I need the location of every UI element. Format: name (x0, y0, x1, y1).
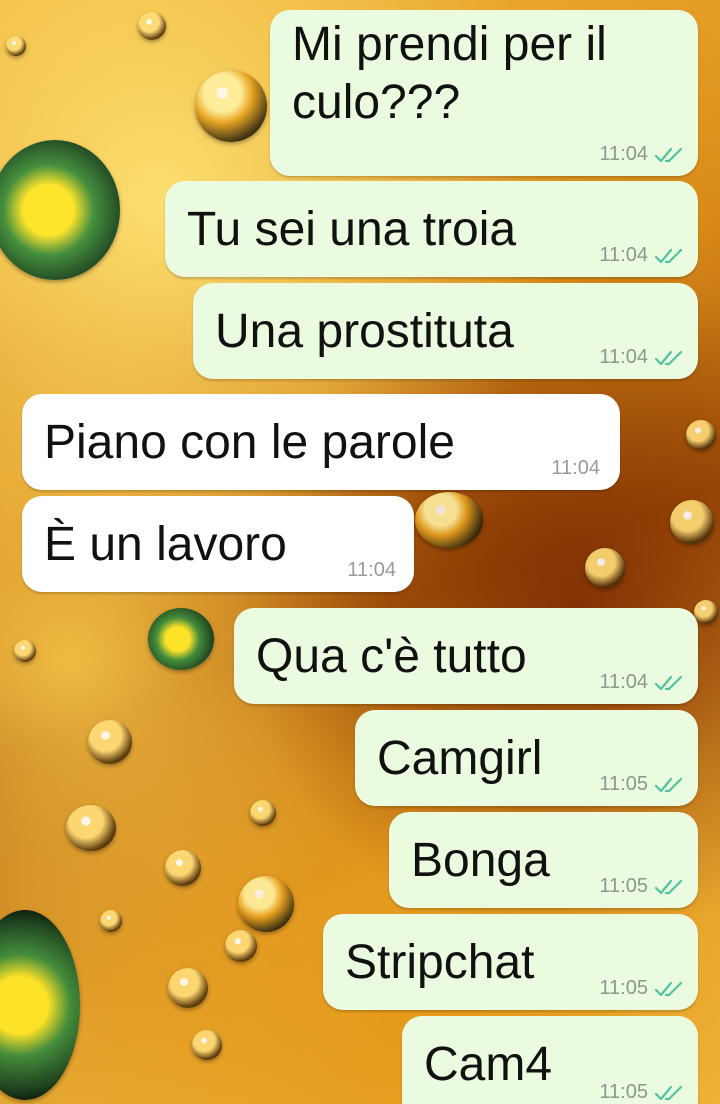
message-time: 11:04 (599, 671, 648, 693)
message-text: Cam4 (424, 1038, 553, 1091)
message-time: 11:05 (599, 773, 648, 795)
message-text: Qua c'è tutto (256, 630, 527, 683)
message-time: 11:05 (599, 875, 648, 897)
message-time: 11:04 (599, 143, 648, 165)
outgoing-message[interactable]: Bonga 11:05 (389, 812, 698, 908)
double-check-icon (654, 879, 683, 894)
message-meta: 11:05 (599, 773, 686, 796)
outgoing-message[interactable]: Una prostituta 11:04 (193, 283, 698, 379)
message-meta: 11:05 (599, 977, 686, 1000)
message-meta: 11:04 (599, 244, 686, 267)
incoming-message[interactable]: È un lavoro 11:04 (22, 496, 414, 592)
message-text: Stripchat (345, 936, 535, 989)
message-time: 11:05 (599, 977, 648, 999)
message-time: 11:04 (551, 457, 600, 479)
outgoing-message[interactable]: Tu sei una troia 11:04 (165, 181, 698, 277)
message-text: Una prostituta (215, 305, 514, 358)
chat-conversation: Mi prendi per il culo??? 11:04 Tu sei un… (0, 0, 720, 1104)
message-meta: 11:04 (599, 671, 686, 694)
message-time: 11:05 (599, 1081, 648, 1103)
outgoing-message[interactable]: Mi prendi per il culo??? 11:04 (270, 10, 698, 176)
incoming-message[interactable]: Piano con le parole 11:04 (22, 394, 620, 490)
double-check-icon (654, 1085, 683, 1100)
message-meta: 11:04 (347, 559, 396, 582)
message-text: È un lavoro (44, 518, 287, 571)
outgoing-message[interactable]: Camgirl 11:05 (355, 710, 698, 806)
message-meta: 11:05 (599, 875, 686, 898)
outgoing-message[interactable]: Qua c'è tutto 11:04 (234, 608, 698, 704)
message-text: Piano con le parole (44, 416, 455, 469)
message-time: 11:04 (347, 559, 396, 581)
outgoing-message[interactable]: Cam4 11:05 (402, 1016, 698, 1104)
message-text: Camgirl (377, 732, 543, 785)
message-meta: 11:04 (599, 143, 686, 166)
outgoing-message[interactable]: Stripchat 11:05 (323, 914, 698, 1010)
message-meta: 11:05 (599, 1081, 686, 1104)
message-text: Tu sei una troia (187, 203, 517, 256)
message-time: 11:04 (599, 244, 648, 266)
double-check-icon (654, 147, 683, 162)
double-check-icon (654, 248, 683, 263)
message-time: 11:04 (599, 346, 648, 368)
double-check-icon (654, 675, 683, 690)
double-check-icon (654, 350, 683, 365)
double-check-icon (654, 777, 683, 792)
message-text: Bonga (411, 834, 550, 887)
message-meta: 11:04 (551, 457, 600, 480)
message-text: Mi prendi per il culo??? (292, 18, 607, 129)
double-check-icon (654, 981, 683, 996)
message-meta: 11:04 (599, 346, 686, 369)
